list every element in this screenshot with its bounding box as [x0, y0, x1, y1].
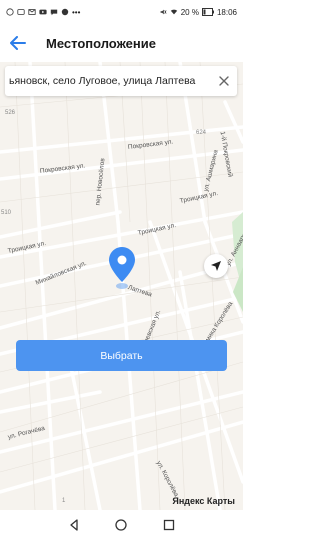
wifi-icon: [170, 9, 177, 15]
chat-icon: [17, 9, 25, 15]
location-pin-icon: [109, 247, 135, 289]
battery-text: 20 %: [180, 7, 199, 17]
chat-bubble-icon: [50, 9, 58, 16]
house-number: 510: [1, 210, 12, 216]
close-icon: [219, 76, 229, 86]
choose-button[interactable]: Выбрать: [16, 340, 227, 371]
back-nav-button[interactable]: [65, 516, 83, 534]
mute-icon: [160, 9, 167, 15]
messenger-icon-2: [61, 8, 69, 16]
navigation-arrow-icon: [211, 261, 221, 271]
map-attribution[interactable]: Яндекс Карты: [172, 496, 235, 506]
address-search-field[interactable]: ьяновск, село Луговое, улица Лаптева: [5, 66, 237, 96]
status-icons-left: •••: [6, 8, 80, 17]
map-view[interactable]: Покровская ул. Покровская ул. пер. Новос…: [0, 62, 243, 510]
house-number: 526: [5, 110, 16, 116]
mail-icon: [28, 9, 36, 15]
messenger-icon: [6, 8, 14, 16]
clock: 18:06: [216, 7, 237, 17]
battery-icon: [201, 8, 214, 16]
arrow-left-icon: [10, 36, 26, 50]
triangle-back-icon: [70, 519, 78, 531]
clear-button[interactable]: [211, 66, 237, 96]
address-value[interactable]: ьяновск, село Луговое, улица Лаптева: [5, 75, 211, 87]
recents-nav-button[interactable]: [160, 516, 178, 534]
back-button[interactable]: [0, 24, 36, 62]
house-number: 624: [196, 130, 207, 136]
page-title: Местоположение: [46, 35, 156, 51]
status-icons-right: 20 % 18:06: [159, 8, 237, 17]
youtube-icon: [39, 9, 47, 15]
my-location-button[interactable]: [204, 254, 228, 278]
square-recents-icon: [163, 519, 175, 531]
system-navigation-bar: [0, 510, 243, 540]
status-bar: ••• 20 % 18:06: [0, 0, 243, 24]
house-number: 1: [62, 498, 66, 504]
circle-home-icon: [115, 519, 128, 531]
more-notifications-icon: •••: [72, 7, 81, 17]
app-header: Местоположение: [0, 24, 243, 62]
home-nav-button[interactable]: [112, 516, 130, 534]
